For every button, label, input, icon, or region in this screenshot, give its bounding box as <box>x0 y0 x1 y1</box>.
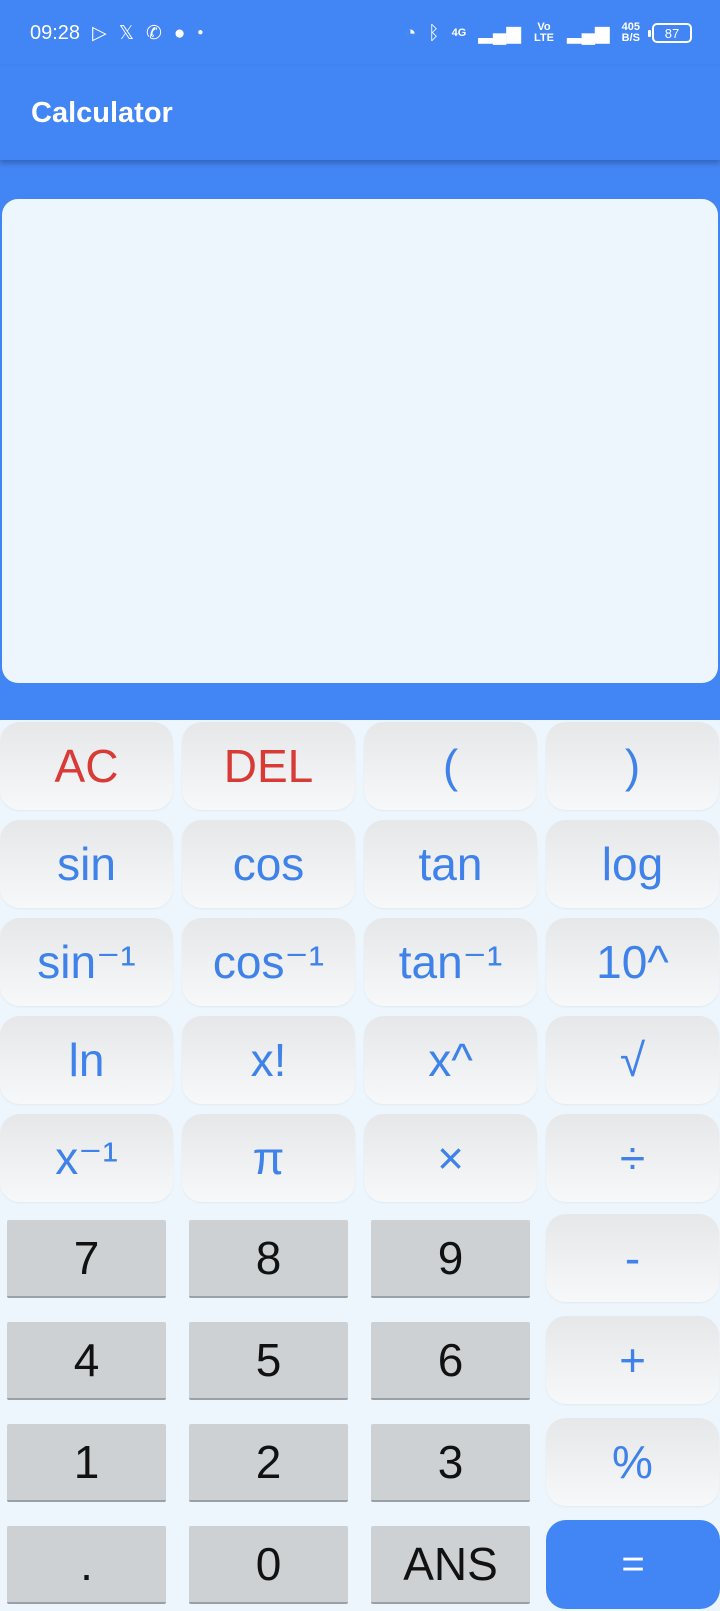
play-store-icon: ▷ <box>92 22 107 44</box>
calculator-display[interactable] <box>2 199 718 683</box>
network-4g-label: 4G <box>451 26 467 39</box>
volte-label: Vo LTE <box>533 21 554 44</box>
signal-icon-2: ▂▄▆ <box>566 22 610 44</box>
log-button[interactable]: log <box>546 820 719 908</box>
sqrt-button[interactable]: √ <box>546 1016 719 1104</box>
net-speed-unit: B/S <box>621 32 640 44</box>
data-saver-icon: ◔ <box>404 22 417 44</box>
divide-button[interactable]: ÷ <box>546 1114 719 1202</box>
sin-button[interactable]: sin <box>0 820 173 908</box>
decimal-button[interactable]: . <box>7 1526 166 1604</box>
pi-button[interactable]: π <box>182 1114 355 1202</box>
right-paren-button[interactable]: ) <box>546 722 719 810</box>
del-button[interactable]: DEL <box>182 722 355 810</box>
pow10-button[interactable]: 10^ <box>546 918 719 1006</box>
whatsapp-icon: ✆ <box>146 22 162 44</box>
status-left: 09:28 ▷ 𝕏 ✆ ● ● <box>30 22 203 45</box>
bluetooth-icon: ᛒ <box>428 22 440 44</box>
atan-button[interactable]: tan⁻¹ <box>364 918 537 1006</box>
equals-button[interactable]: = <box>546 1520 720 1609</box>
net-speed: 405 B/S <box>622 22 640 44</box>
acos-button[interactable]: cos⁻¹ <box>182 918 355 1006</box>
digit-7-button[interactable]: 7 <box>7 1220 166 1298</box>
ans-button[interactable]: ANS <box>371 1526 530 1604</box>
signal-icon: ▂▄▆ <box>478 22 521 44</box>
digit-1-button[interactable]: 1 <box>7 1424 166 1502</box>
digit-3-button[interactable]: 3 <box>371 1424 530 1502</box>
digit-0-button[interactable]: 0 <box>189 1526 348 1604</box>
digit-4-button[interactable]: 4 <box>7 1322 166 1400</box>
digit-6-button[interactable]: 6 <box>371 1322 530 1400</box>
multiply-button[interactable]: × <box>364 1114 537 1202</box>
battery-icon: 87 <box>648 23 692 43</box>
status-right: ◔ ᛒ 4G ▂▄▆ Vo LTE ▂▄▆ 405 B/S 87 <box>405 22 692 44</box>
battery-level: 87 <box>664 25 680 41</box>
digit-9-button[interactable]: 9 <box>371 1220 530 1298</box>
digit-2-button[interactable]: 2 <box>189 1424 348 1502</box>
app-bar: Calculator <box>0 66 720 160</box>
dot-icon: ● <box>197 27 204 38</box>
page-title: Calculator <box>31 96 173 129</box>
digit-8-button[interactable]: 8 <box>189 1220 348 1298</box>
digit-5-button[interactable]: 5 <box>189 1322 348 1400</box>
status-time: 09:28 <box>30 21 81 44</box>
power-button[interactable]: x^ <box>364 1016 537 1104</box>
cos-button[interactable]: cos <box>182 820 355 908</box>
left-paren-button[interactable]: ( <box>364 722 537 810</box>
percent-button[interactable]: % <box>546 1418 719 1506</box>
chat-bubble-icon: ● <box>173 22 186 44</box>
factorial-button[interactable]: x! <box>182 1016 355 1104</box>
inverse-button[interactable]: x⁻¹ <box>0 1114 173 1202</box>
plus-button[interactable]: + <box>546 1316 719 1404</box>
x-twitter-icon: 𝕏 <box>118 22 134 44</box>
status-bar: 09:28 ▷ 𝕏 ✆ ● ● ◔ ᛒ 4G ▂▄▆ Vo LTE ▂▄▆ 40… <box>0 0 720 66</box>
ac-button[interactable]: AC <box>0 722 173 810</box>
asin-button[interactable]: sin⁻¹ <box>0 918 173 1006</box>
ln-button[interactable]: ln <box>0 1016 173 1104</box>
tan-button[interactable]: tan <box>364 820 537 908</box>
minus-button[interactable]: - <box>546 1214 719 1302</box>
